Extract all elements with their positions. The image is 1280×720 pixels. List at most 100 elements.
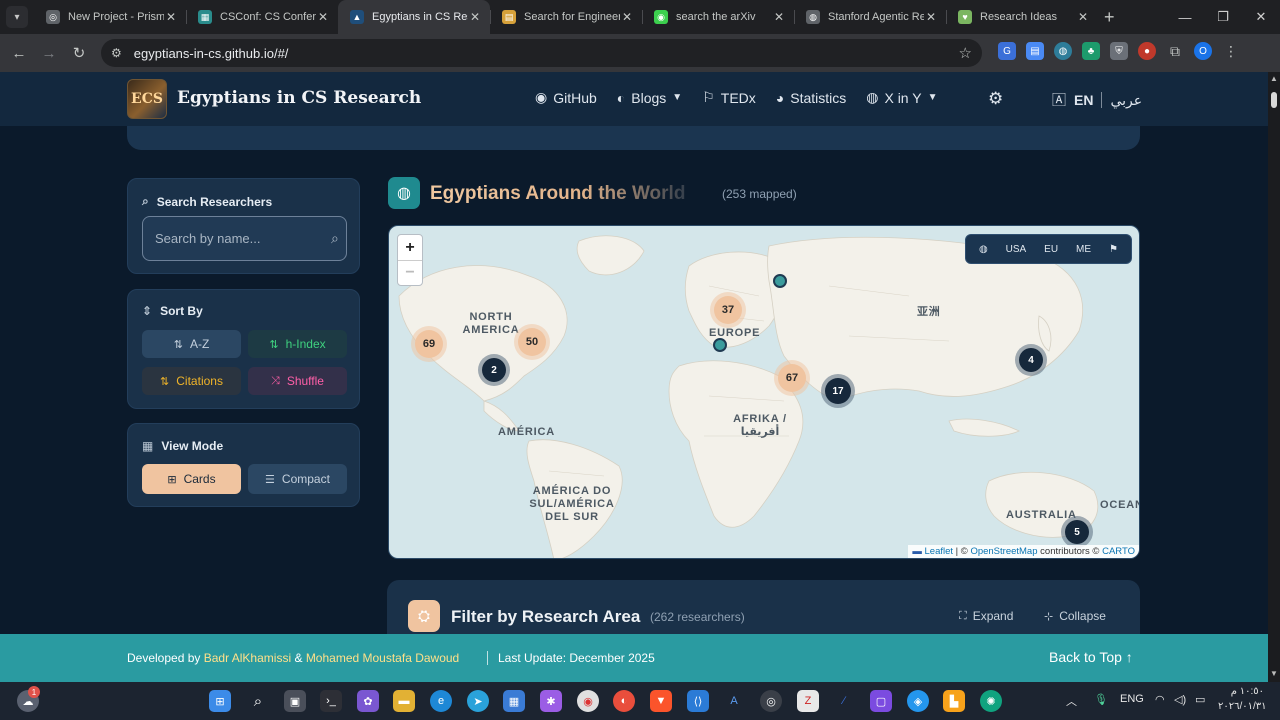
app-icon[interactable]: ✱	[540, 690, 562, 712]
region-eu-button[interactable]: EU	[1038, 240, 1064, 259]
github-desktop-icon[interactable]: ◎	[760, 690, 782, 712]
lang-ar[interactable]: عربي	[1110, 92, 1142, 109]
carto-link[interactable]: CARTO	[1102, 546, 1135, 557]
ext-icon[interactable]: ♣	[1082, 42, 1100, 60]
map-cluster-marker[interactable]: 5	[1065, 520, 1089, 544]
view-cards-button[interactable]: ⊞ Cards	[142, 464, 241, 494]
close-icon[interactable]: ✕	[620, 10, 634, 24]
nav-x-in-y[interactable]: ◍ X in Y ▼	[866, 89, 937, 106]
browser-tab[interactable]: ◍ Stanford Agentic Review ✕	[794, 0, 946, 34]
leaflet-link[interactable]: Leaflet	[925, 546, 954, 557]
browser-tab-active[interactable]: ▲ Egyptians in CS Research ✕	[338, 0, 490, 34]
docs-icon[interactable]: ▤	[1026, 42, 1044, 60]
restore-icon[interactable]: ❐	[1204, 0, 1242, 34]
volume-icon[interactable]: ◁)	[1174, 693, 1186, 706]
map-cluster-marker[interactable]: 2	[482, 358, 506, 382]
sort-az-button[interactable]: ⇅ A-Z	[142, 330, 241, 358]
clock-date[interactable]: ٢٠٢٦/٠١/٣١	[1218, 701, 1267, 712]
close-icon[interactable]: ✕	[468, 10, 482, 24]
chrome-icon[interactable]: ◉	[577, 690, 599, 712]
map-pin-marker[interactable]	[773, 274, 787, 288]
url-text[interactable]: egyptians-in-cs.github.io/#/	[134, 46, 959, 61]
sort-shuffle-button[interactable]: ⤨ Shuffle	[248, 367, 347, 395]
bookmark-star-icon[interactable]: ☆	[959, 44, 972, 62]
sort-citations-button[interactable]: ⇅ Citations	[142, 367, 241, 395]
tab-search-dropdown-icon[interactable]: ▾	[6, 6, 28, 28]
site-brand[interactable]: Egyptians in CS Research	[177, 88, 421, 108]
map-cluster-marker[interactable]: 67	[778, 364, 806, 392]
author-link[interactable]: Badr AlKhamissi	[204, 651, 291, 665]
app-purple-icon[interactable]: ▢	[870, 690, 892, 712]
scroll-down-icon[interactable]: ▼	[1270, 669, 1278, 678]
settings-gear-icon[interactable]: ⚙	[988, 89, 1003, 109]
nav-tedx[interactable]: ⚐ TEDx	[702, 89, 756, 106]
osm-link[interactable]: OpenStreetMap	[970, 546, 1037, 557]
search-icon[interactable]: ⌕	[331, 230, 339, 247]
battery-icon[interactable]: ▭	[1195, 693, 1205, 706]
zotero-icon[interactable]: Z	[797, 690, 819, 712]
map-cluster-marker[interactable]: 69	[415, 330, 443, 358]
scrollbar-thumb[interactable]	[1271, 92, 1277, 108]
browser-tab[interactable]: ◎ New Project - Prism ✕	[34, 0, 186, 34]
chatgpt-icon[interactable]: ✺	[980, 690, 1002, 712]
page-scrollbar[interactable]: ▲ ▼	[1268, 72, 1280, 682]
shield-icon[interactable]: ⛨	[1110, 42, 1128, 60]
translate-icon[interactable]: G	[998, 42, 1016, 60]
back-icon[interactable]: ←	[4, 45, 34, 62]
more-menu-icon[interactable]: ⋮	[1222, 42, 1240, 60]
close-icon[interactable]: ✕	[924, 10, 938, 24]
search-box[interactable]: ⌕	[142, 216, 347, 261]
microphone-icon[interactable]: 🎙	[1094, 693, 1108, 706]
map-cluster-marker[interactable]: 17	[825, 378, 851, 404]
site-logo[interactable]: ECS	[127, 79, 167, 119]
task-view-icon[interactable]: ▣	[284, 690, 306, 712]
docker-icon[interactable]: ◈	[907, 690, 929, 712]
tray-overflow-icon[interactable]: ︿	[1066, 693, 1077, 709]
pen-icon[interactable]: ∕	[833, 690, 855, 712]
close-icon[interactable]: ✕	[316, 10, 330, 24]
terminal-icon[interactable]: ›_	[320, 690, 342, 712]
nav-blogs[interactable]: ◐ Blogs ▼	[617, 90, 682, 106]
store-icon[interactable]: ▦	[503, 690, 525, 712]
browser-tab[interactable]: ▤ Search for Engineering ✕	[490, 0, 642, 34]
copilot-icon[interactable]: ✿	[357, 690, 379, 712]
app-red-icon[interactable]: ◐	[613, 690, 635, 712]
world-icon[interactable]: ◍	[973, 240, 994, 259]
browser-tab[interactable]: ♥ Research Ideas ✕	[946, 0, 1098, 34]
close-icon[interactable]: ✕	[1076, 10, 1090, 24]
vscode-icon[interactable]: ⟨⟩	[687, 690, 709, 712]
input-language[interactable]: ENG	[1120, 693, 1144, 705]
window-close-icon[interactable]: ✕	[1242, 0, 1280, 34]
flag-icon[interactable]: ⚑	[1103, 240, 1124, 259]
windows-start-icon[interactable]: ⊞	[209, 690, 231, 712]
nav-github[interactable]: ◉ GitHub	[535, 89, 597, 106]
collapse-button[interactable]: ⊹ Collapse	[1044, 609, 1106, 623]
lang-en[interactable]: EN	[1074, 92, 1093, 108]
profile-avatar-icon[interactable]: O	[1194, 42, 1212, 60]
telegram-icon[interactable]: ➤	[467, 690, 489, 712]
view-compact-button[interactable]: ☰ Compact	[248, 464, 347, 494]
back-to-top-button[interactable]: Back to Top ↑	[1049, 649, 1133, 665]
browser-tab[interactable]: ▦ CSConf: CS Conferences ✕	[186, 0, 338, 34]
sort-hindex-button[interactable]: ⇅ h-Index	[248, 330, 347, 358]
region-me-button[interactable]: ME	[1070, 240, 1097, 259]
app-orange-icon[interactable]: ▙	[943, 690, 965, 712]
region-usa-button[interactable]: USA	[1000, 240, 1033, 259]
search-input[interactable]	[155, 231, 331, 246]
map-cluster-marker[interactable]: 4	[1019, 348, 1043, 372]
expand-button[interactable]: ⛶ Expand	[959, 609, 1013, 623]
author-link[interactable]: Mohamed Moustafa Dawoud	[306, 651, 459, 665]
brave-icon[interactable]: ▼	[650, 690, 672, 712]
forward-icon[interactable]: →	[34, 45, 64, 62]
scroll-up-icon[interactable]: ▲	[1270, 74, 1278, 83]
app-a-icon[interactable]: A	[723, 690, 745, 712]
close-icon[interactable]: ✕	[772, 10, 786, 24]
browser-tab[interactable]: ◉ search the arXiv ✕	[642, 0, 794, 34]
zoom-in-button[interactable]: +	[398, 235, 422, 260]
close-icon[interactable]: ✕	[164, 10, 178, 24]
clock-time[interactable]: ١٠:٥٠ م	[1218, 686, 1264, 697]
map-cluster-marker[interactable]: 37	[714, 296, 742, 324]
puzzle-icon[interactable]: ⧉	[1166, 42, 1184, 60]
globe-ext-icon[interactable]: ◍	[1054, 42, 1072, 60]
ext-red-icon[interactable]: ●	[1138, 42, 1156, 60]
